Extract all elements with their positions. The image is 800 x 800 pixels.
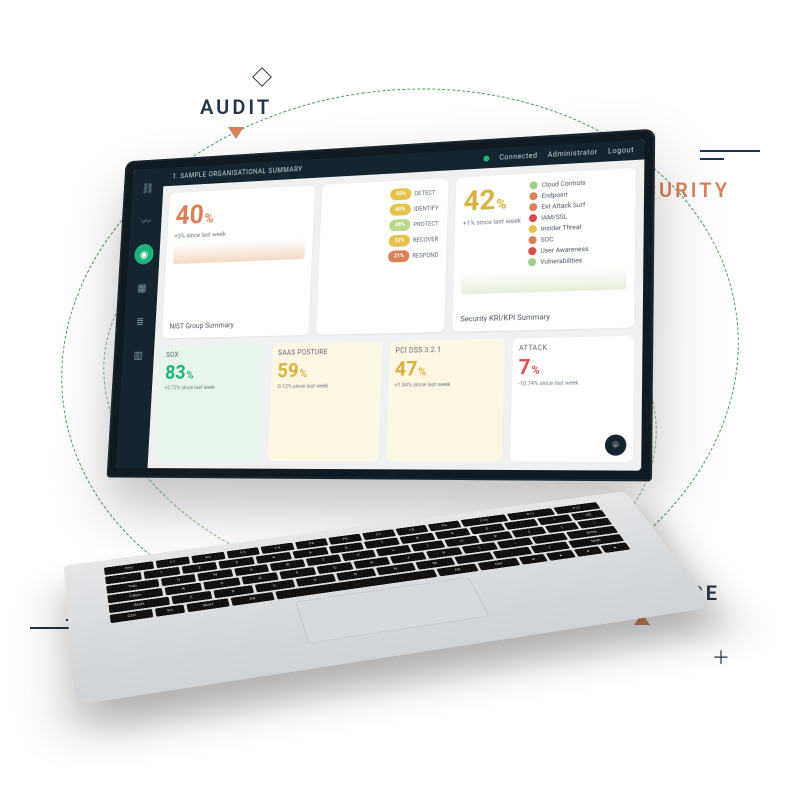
pill-label: IDENTIFY [414, 204, 439, 212]
laptop-screen-bezel: ⛓ 〰 ◉ ▦ ≣ ▥ 1. SAMPLE ORGANISATIONAL SUMMARY … [107, 129, 656, 482]
card-title: SAAS POSTURE [278, 347, 376, 357]
card-value: 83% [165, 359, 260, 383]
grid-icon[interactable]: ▦ [132, 277, 152, 298]
nist-pill-protect[interactable]: 48%PROTECT [389, 217, 439, 231]
nist-pill-recover[interactable]: 32%RECOVER [389, 233, 440, 247]
kri-item[interactable]: Endpoint [529, 189, 589, 200]
status-dot-icon [529, 225, 537, 233]
keyboard-key: Fn [155, 605, 185, 617]
breadcrumb: 1. SAMPLE ORGANISATIONAL SUMMARY [172, 165, 302, 180]
nist-pill-detect[interactable]: 55%DETECT [390, 186, 440, 200]
kri-title: Security KRI/KPI Summary [460, 310, 626, 323]
status-dot-icon [529, 192, 537, 200]
plus-icon: ＋ [712, 644, 730, 670]
laptop-keyboard: EscF1F2F3F4F5F6F7F8F9F10F11F12~123456789… [64, 491, 715, 705]
fab-button[interactable]: ⌾ [605, 434, 627, 455]
status-dot-icon [483, 155, 489, 161]
card-title: ATTACK [519, 342, 628, 352]
compliance-row: SOX83%+2.72% since last weekSAAS POSTURE… [155, 336, 634, 462]
kri-label: Endpoint [541, 191, 567, 200]
card-title: PCI DSS 3.2.1 [395, 345, 498, 355]
diamond-icon [252, 67, 272, 87]
kri-sparkline [461, 267, 626, 295]
card-delta: -0.12% since last week [276, 383, 375, 390]
kri-label: User Awareness [540, 245, 588, 255]
nist-pill-respond[interactable]: 21%RESPOND [388, 249, 439, 263]
pill-badge: 55% [390, 188, 411, 201]
kri-label: Ext Attack Surf [541, 201, 585, 211]
card-delta: +1.84% since last week [394, 381, 498, 388]
status-dot-icon [529, 214, 537, 222]
keyboard-key: ◄ [518, 554, 548, 565]
card-sox[interactable]: SOX83%+2.72% since last week [155, 344, 266, 461]
triangle-down-icon [228, 127, 244, 139]
list-icon[interactable]: ≣ [130, 311, 150, 332]
nist-overall-value: 40% [175, 198, 228, 231]
link-icon[interactable]: ⛓ [138, 178, 158, 199]
kri-item[interactable]: Insider Threat [529, 223, 589, 234]
card-delta: -10.74% since last week [518, 380, 627, 388]
pill-badge: 48% [389, 219, 411, 232]
card-kri-summary[interactable]: 42% +1% since last week Cloud Controls En… [452, 168, 636, 332]
status-dot-icon [528, 247, 536, 255]
dashboard-grid: 40% +5% since last week NIST Group Summa… [147, 159, 644, 470]
kri-item[interactable]: SOC [528, 234, 588, 245]
card-value: 7% [518, 353, 627, 379]
card-title: SOX [166, 350, 260, 359]
pill-badge: 60% [390, 203, 411, 216]
keyboard-key: ▼ [574, 546, 604, 557]
logout-link[interactable]: Logout [608, 146, 634, 156]
card-nist-summary[interactable]: 40% +5% since last week NIST Group Summa… [162, 185, 315, 338]
user-label[interactable]: Administrator [548, 148, 598, 159]
kri-item[interactable]: Vulnerabilities [528, 256, 589, 266]
kri-label: Cloud Controls [542, 179, 586, 189]
dashboard-screen: ⛓ 〰 ◉ ▦ ≣ ▥ 1. SAMPLE ORGANISATIONAL SUMMARY … [116, 139, 645, 470]
status-dot-icon [530, 181, 538, 189]
decor-lines-top-right [700, 150, 760, 166]
card-value: 47% [395, 355, 499, 381]
kri-item[interactable]: Cloud Controls [530, 178, 590, 189]
status-text: Connected [499, 152, 537, 162]
bar-chart-icon[interactable]: ▥ [128, 344, 148, 365]
kri-item[interactable]: User Awareness [528, 245, 588, 255]
kri-label: Vulnerabilities [540, 256, 582, 266]
kri-overall-value: 42% [463, 182, 522, 217]
nist-delta: +5% since last week [174, 230, 226, 240]
card-value: 59% [277, 357, 376, 382]
chart-area-icon[interactable]: 〰 [136, 210, 156, 231]
status-dot-icon [528, 236, 536, 244]
status-dot-icon [529, 203, 537, 211]
card-nist-pills[interactable]: 55%DETECT60%IDENTIFY48%PROTECT32%RECOVER… [316, 178, 448, 335]
laptop-mockup: ⛓ 〰 ◉ ▦ ≣ ▥ 1. SAMPLE ORGANISATIONAL SUMMARY … [90, 140, 690, 710]
card-saas[interactable]: SAAS POSTURE59%-0.12% since last week [268, 341, 383, 461]
card-attack[interactable]: ATTACK7%-10.74% since last week ⌾ [510, 336, 634, 462]
card-pci[interactable]: PCI DSS 3.2.147%+1.84% since last week [386, 339, 505, 462]
kri-label: Insider Threat [541, 223, 582, 233]
nist-pill-identify[interactable]: 60%IDENTIFY [390, 202, 440, 216]
dashboard-icon[interactable]: ◉ [134, 244, 154, 265]
status-dot-icon [528, 258, 536, 266]
nist-sparkline [173, 238, 306, 264]
pill-label: RECOVER [413, 236, 439, 244]
kri-label: SOC [541, 235, 554, 244]
kri-list: Cloud Controls EndpointExt Attack Surf IAM… [528, 178, 590, 266]
pill-label: PROTECT [413, 220, 438, 228]
kri-item[interactable]: IAM/SSL [529, 212, 589, 223]
card-delta: +2.72% since last week [164, 384, 258, 391]
nist-title: NIST Group Summary [169, 319, 302, 331]
label-audit: AUDIT [200, 95, 272, 139]
kri-delta: +1% since last week [463, 217, 521, 228]
kri-label: IAM/SSL [541, 213, 567, 222]
keyboard-key: ► [601, 542, 631, 552]
main-area: 1. SAMPLE ORGANISATIONAL SUMMARY Connect… [147, 139, 644, 470]
kri-item[interactable]: Ext Attack Surf [529, 201, 589, 212]
pill-label: DETECT [414, 189, 435, 197]
keyboard-key: ▲ [546, 550, 576, 561]
pill-badge: 21% [388, 250, 410, 263]
pill-badge: 32% [389, 234, 411, 247]
pill-label: RESPOND [412, 251, 438, 259]
